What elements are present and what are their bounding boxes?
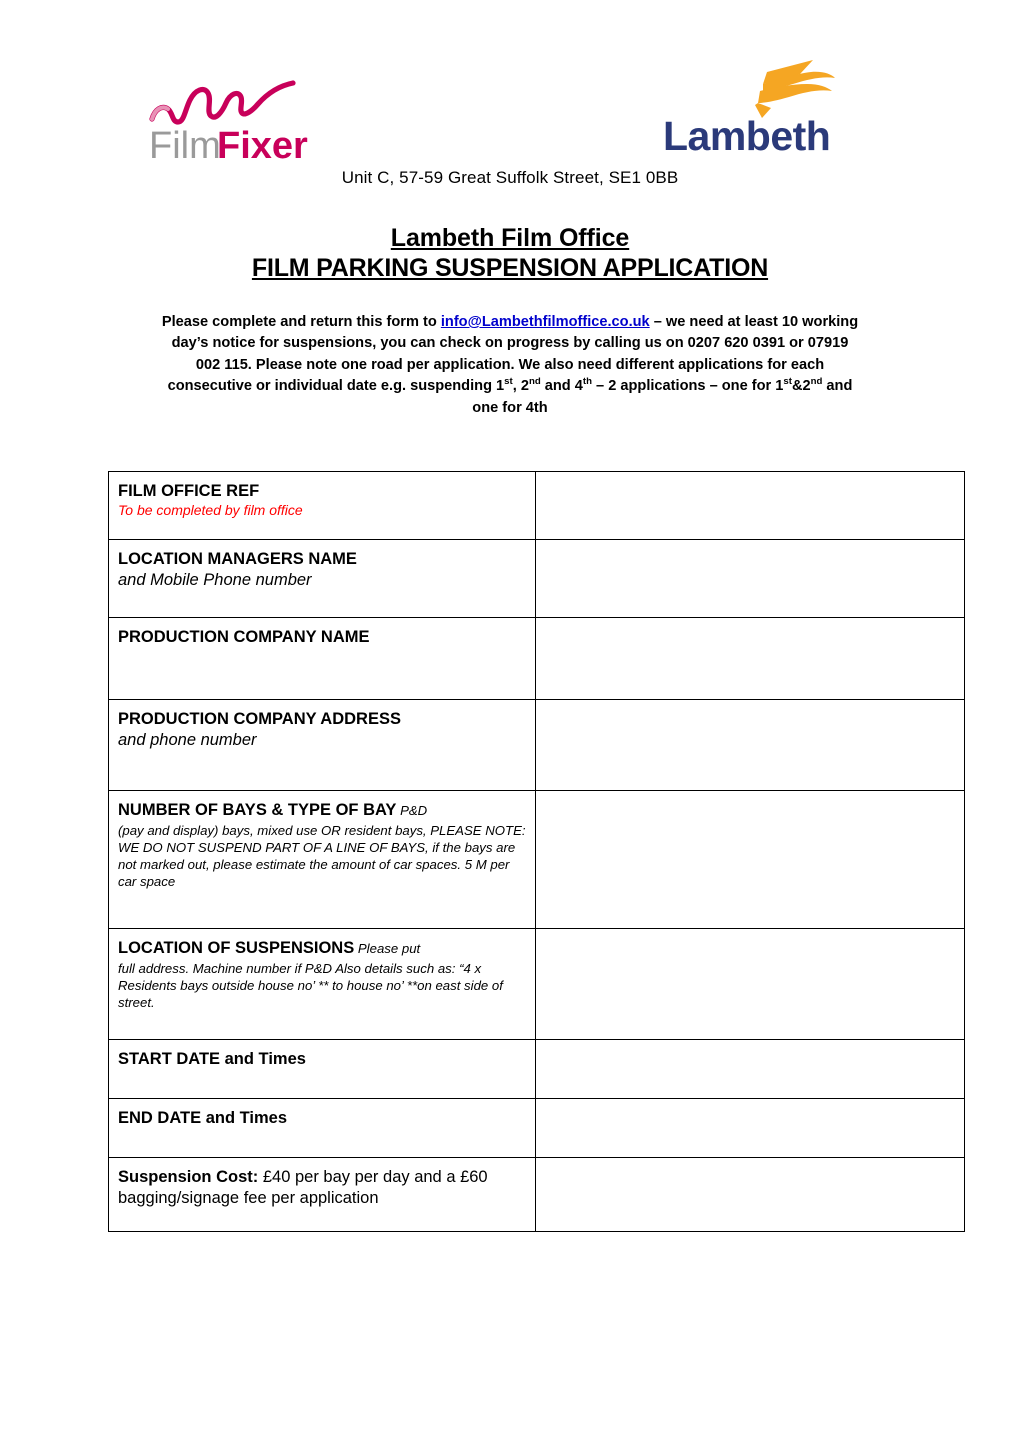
label-location-of-suspensions: LOCATION OF SUSPENSIONS Please put full … bbox=[108, 928, 536, 1040]
label-end-date: END DATE and Times bbox=[108, 1098, 536, 1158]
ordinal-1st-b: st bbox=[783, 376, 792, 388]
field-suspension-cost[interactable] bbox=[535, 1157, 965, 1232]
header-logo-row: Film Fixer Lambeth Unit C, 57-59 Great S… bbox=[0, 0, 1020, 187]
instructions-part3: , 2 bbox=[512, 378, 529, 395]
field-production-company-address[interactable] bbox=[535, 699, 965, 791]
label-start-date: START DATE and Times bbox=[108, 1039, 536, 1099]
table-row: FILM OFFICE REF To be completed by film … bbox=[108, 471, 965, 540]
label-text: LOCATION OF SUSPENSIONS bbox=[118, 939, 355, 957]
label-text: START DATE and Times bbox=[118, 1050, 306, 1068]
field-film-office-ref[interactable] bbox=[535, 471, 965, 540]
page-title: Lambeth Film Office bbox=[390, 224, 630, 252]
label-text: FILM OFFICE REF bbox=[118, 482, 260, 500]
lambeth-logo: Lambeth bbox=[663, 58, 838, 156]
label-inline-note: P&D bbox=[396, 803, 428, 818]
label-suspension-cost: Suspension Cost: £40 per bay per day and… bbox=[108, 1157, 536, 1232]
label-note-small: full address. Machine number if P&D Also… bbox=[118, 960, 503, 1010]
table-row: NUMBER OF BAYS & TYPE OF BAY P&D (pay an… bbox=[108, 790, 965, 929]
field-production-company-name[interactable] bbox=[535, 617, 965, 700]
label-note-small: (pay and display) bays, mixed use OR res… bbox=[118, 822, 526, 890]
ordinal-4th: th bbox=[582, 376, 592, 388]
field-start-date[interactable] bbox=[535, 1039, 965, 1099]
label-note: and Mobile Phone number bbox=[118, 570, 312, 589]
ordinal-1st-a: st bbox=[504, 376, 513, 388]
filmfixer-logo: Film Fixer bbox=[148, 72, 323, 164]
ordinal-2nd-a: nd bbox=[528, 376, 541, 388]
label-text: PRODUCTION COMPANY NAME bbox=[118, 628, 370, 646]
label-text: LOCATION MANAGERS NAME bbox=[118, 550, 357, 568]
parking-suspension-form-table: FILM OFFICE REF To be completed by film … bbox=[108, 471, 965, 1232]
label-number-of-bays: NUMBER OF BAYS & TYPE OF BAY P&D (pay an… bbox=[108, 790, 536, 929]
svg-text:Film: Film bbox=[149, 125, 221, 164]
table-row: PRODUCTION COMPANY NAME bbox=[108, 617, 965, 700]
label-production-company-name: PRODUCTION COMPANY NAME bbox=[108, 617, 536, 700]
field-end-date[interactable] bbox=[535, 1098, 965, 1158]
label-film-office-ref: FILM OFFICE REF To be completed by film … bbox=[108, 471, 536, 540]
field-location-managers-name[interactable] bbox=[535, 539, 965, 618]
label-production-company-address: PRODUCTION COMPANY ADDRESS and phone num… bbox=[108, 699, 536, 791]
label-inline-note: Please put bbox=[354, 941, 421, 956]
table-row: LOCATION OF SUSPENSIONS Please put full … bbox=[108, 928, 965, 1040]
table-row: START DATE and Times bbox=[108, 1039, 965, 1099]
svg-text:Fixer: Fixer bbox=[217, 125, 308, 164]
page-title-block: Lambeth Film Office FILM PARKING SUSPENS… bbox=[0, 224, 1020, 282]
page-subtitle: FILM PARKING SUSPENSION APPLICATION bbox=[251, 254, 769, 282]
office-address: Unit C, 57-59 Great Suffolk Street, SE1 … bbox=[341, 168, 679, 187]
instructions-part4: and 4 bbox=[540, 378, 583, 395]
table-row: Suspension Cost: £40 per bay per day and… bbox=[108, 1157, 965, 1232]
label-text: NUMBER OF BAYS & TYPE OF BAY bbox=[118, 801, 397, 819]
instructions-part5: – 2 applications – one for 1 bbox=[591, 378, 784, 395]
instructions-part6: &2 bbox=[791, 378, 811, 395]
label-text: PRODUCTION COMPANY ADDRESS bbox=[118, 710, 401, 728]
field-location-of-suspensions[interactable] bbox=[535, 928, 965, 1040]
instructions-part1: Please complete and return this form to bbox=[161, 314, 441, 330]
contact-email-link[interactable]: info@Lambethfilmoffice.co.uk bbox=[441, 314, 650, 330]
label-text: END DATE and Times bbox=[118, 1109, 288, 1127]
table-row: END DATE and Times bbox=[108, 1098, 965, 1158]
label-text-bold: Suspension Cost: bbox=[118, 1168, 259, 1186]
table-row: LOCATION MANAGERS NAME and Mobile Phone … bbox=[108, 539, 965, 618]
label-location-managers-name: LOCATION MANAGERS NAME and Mobile Phone … bbox=[108, 539, 536, 618]
svg-text:Lambeth: Lambeth bbox=[663, 113, 830, 156]
table-row: PRODUCTION COMPANY ADDRESS and phone num… bbox=[108, 699, 965, 791]
ordinal-2nd-b: nd bbox=[810, 376, 823, 388]
field-number-of-bays[interactable] bbox=[535, 790, 965, 929]
label-note: and phone number bbox=[118, 730, 257, 749]
instructions-paragraph: Please complete and return this form to … bbox=[160, 312, 860, 419]
label-note-red: To be completed by film office bbox=[118, 501, 303, 518]
